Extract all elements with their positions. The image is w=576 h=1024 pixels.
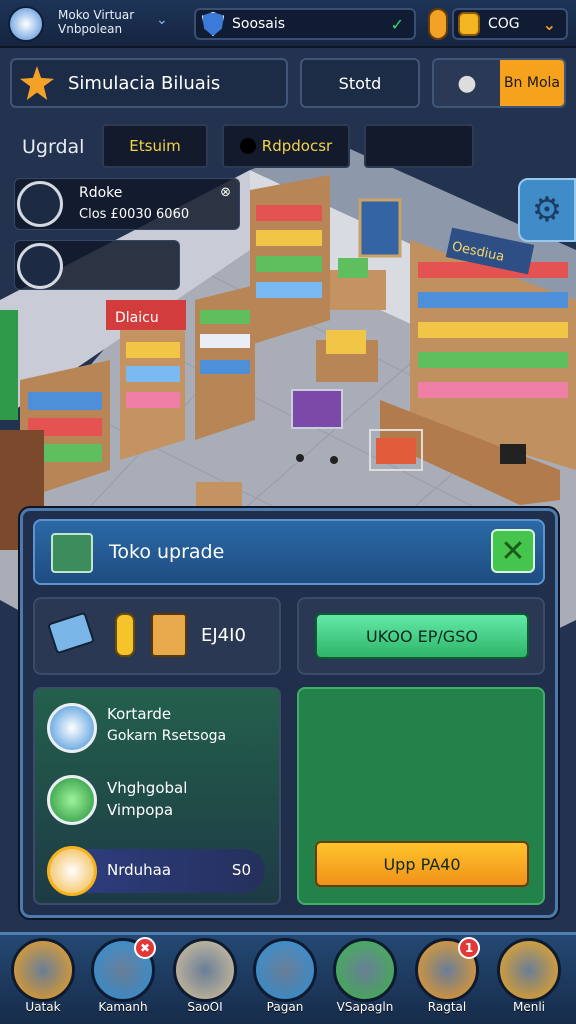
currency-display[interactable]: COG ⌄ (452, 8, 568, 40)
close-small-icon[interactable]: ⊗ (220, 185, 231, 200)
tablet-icon (47, 611, 95, 655)
chevron-down-icon: ⌄ (542, 14, 556, 34)
star-badge-icon (20, 66, 54, 100)
leaf-icon (47, 775, 97, 825)
nav-item-uatak[interactable]: Uatak (8, 938, 78, 1022)
cost-button-card: UKOO EP/GSO (297, 597, 545, 675)
store-sign-left: Dlaicu (115, 310, 159, 326)
tab-active[interactable]: Etsuim (102, 124, 208, 168)
simulation-header[interactable]: Simulacia Biluais (10, 58, 288, 108)
shop-button-label: Bn Mola (499, 60, 564, 106)
hammer-icon (17, 181, 63, 227)
item2-subtitle: Vimpopa (107, 801, 174, 819)
store-button[interactable]: Stotd (300, 58, 420, 108)
game-title: Moko Virtuar Vnbpolean (58, 8, 135, 36)
nav-item-ragtal[interactable]: 1 Ragtal (412, 937, 482, 1022)
notification-title: Rdoke (79, 185, 123, 201)
nav-item-label: SaoOI (187, 1000, 223, 1014)
nav-item-label: VSapagln (336, 1000, 394, 1014)
box-icon (11, 938, 75, 1002)
upgrade-action-card: Upp PA40 (297, 687, 545, 905)
upgrade-button[interactable]: Upp PA40 (315, 841, 529, 887)
notification-badge: ✖ (134, 937, 156, 959)
notification-card[interactable]: Rdoke Clos £0030 6060 ⊗ (14, 178, 240, 230)
section-label: Ugrdal (22, 136, 85, 158)
tool-icon (17, 243, 63, 289)
bag-icon: ● (434, 60, 500, 106)
nav-item-menli[interactable]: Menli (494, 938, 564, 1022)
item1-title: Kortarde (107, 705, 172, 723)
nav-item-label: Menli (512, 1000, 545, 1014)
item3-title: Nrduhaa (107, 861, 172, 879)
nav-item-label: Ragtal (427, 1000, 467, 1014)
check-icon: ✓ (390, 14, 404, 34)
cost-card: EJ4I0 (33, 597, 281, 675)
key-icon (115, 613, 135, 657)
nav-item-label: Kamanh (98, 1000, 148, 1014)
circle-icon (239, 138, 256, 154)
upgrade-list: Kortarde Gokarn Rsetsoga Vhghgobal Vimpo… (33, 687, 281, 905)
nav-item-label: Uatak (25, 1000, 61, 1014)
shop-button[interactable]: ● Bn Mola (432, 58, 566, 108)
scanner-icon (51, 533, 93, 573)
package-icon: 1 (415, 937, 480, 1002)
register-icon (151, 613, 187, 657)
store-selector[interactable]: Soosais ✓ (194, 8, 416, 40)
game-logo-icon (8, 6, 44, 42)
store-selector-label: Soosais (232, 16, 286, 32)
notification-detail: Clos £0030 6060 (79, 207, 190, 222)
top-bar: Moko Virtuar Vnbpolean ⌄ Soosais ✓ COG ⌄ (0, 0, 576, 48)
store-button-label: Stotd (338, 73, 382, 93)
upgrade-panel-header: Toko uprade ✕ (33, 519, 545, 585)
cost-button[interactable]: UKOO EP/GSO (315, 613, 529, 659)
notification-card-secondary[interactable] (14, 240, 180, 290)
mascot-icon (253, 938, 317, 1002)
item2-title: Vhghgobal (107, 779, 188, 797)
nav-item-pagan[interactable]: Pagan (250, 938, 320, 1022)
tab-second-label: Rdpdocsr (261, 137, 333, 155)
nav-item-saooi[interactable]: SaoOI (170, 938, 240, 1022)
currency-label: COG (488, 16, 520, 32)
notification-badge: 1 (458, 937, 480, 959)
tab-second[interactable]: Rdpdocsr (222, 124, 350, 168)
crate-icon: ✖ (91, 937, 156, 1002)
nav-item-label: Pagan (266, 1000, 304, 1014)
upgrade-panel: Toko uprade ✕ EJ4I0 UKOO EP/GSO Kortarde… (20, 508, 558, 918)
item1-subtitle: Gokarn Rsetsoga (107, 728, 227, 744)
upgrade-panel-title: Toko uprade (109, 541, 225, 563)
gear-lock-icon (47, 703, 97, 753)
item3-value: S0 (231, 861, 251, 879)
settings-button[interactable]: ⚙ (518, 178, 576, 242)
coin-icon (458, 12, 480, 36)
item3-row[interactable]: Nrduhaa S0 (47, 846, 265, 896)
close-icon: ✕ (500, 533, 526, 569)
close-button[interactable]: ✕ (491, 529, 535, 573)
nav-item-kamanh[interactable]: ✖ Kamanh (88, 937, 158, 1022)
gear-icon: ⚙ (531, 190, 563, 230)
chevron-down-icon[interactable]: ⌄ (156, 12, 168, 28)
game-screen: Dlaicu Oesdiua Moko Virtuar Vnbpolean ⌄ … (0, 0, 576, 1024)
tab-empty[interactable] (364, 124, 474, 168)
trophy-icon[interactable] (428, 8, 448, 40)
shield-icon (202, 12, 224, 36)
donut-icon (173, 938, 237, 1002)
nav-item-vsapagln[interactable]: VSapagln (330, 938, 400, 1022)
cup-icon (47, 846, 97, 896)
cost-value: EJ4I0 (201, 625, 246, 646)
ghost-icon (333, 938, 397, 1002)
simulation-title: Simulacia Biluais (68, 72, 221, 94)
menu-icon (497, 938, 561, 1002)
